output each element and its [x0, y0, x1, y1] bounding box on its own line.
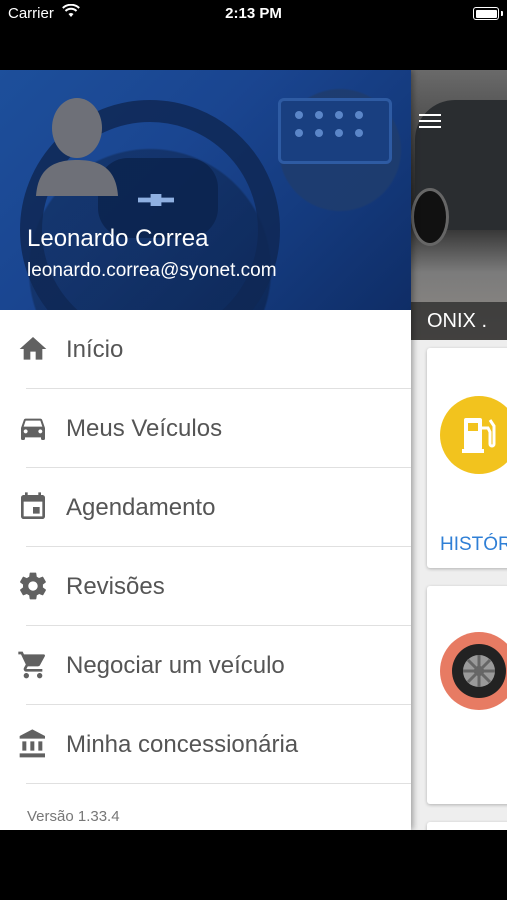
fuel-icon	[440, 396, 507, 474]
status-bar: Carrier 2:13 PM	[0, 0, 507, 30]
navigation-drawer: Leonardo Correa leonardo.correa@syonet.c…	[0, 70, 411, 830]
user-name: Leonardo Correa	[27, 225, 209, 252]
drawer-menu: Início Meus Veículos Agendamento Revisõe…	[0, 310, 411, 784]
menu-item-label: Início	[66, 336, 124, 363]
app-screen: ONIX . HISTÓR Leonardo Correa leonardo.c…	[0, 70, 507, 830]
tire-card[interactable]	[427, 586, 507, 804]
avatar[interactable]	[36, 96, 118, 196]
app-version: Versão 1.33.4	[27, 808, 120, 825]
battery-icon	[473, 7, 499, 20]
home-icon	[19, 337, 47, 360]
menu-item-negociar-veiculo[interactable]: Negociar um veículo	[0, 626, 411, 705]
menu-item-revisoes[interactable]: Revisões	[0, 547, 411, 626]
fuel-history-link[interactable]: HISTÓR	[440, 534, 507, 556]
gear-icon	[20, 572, 46, 600]
divider	[26, 783, 411, 784]
menu-item-label: Agendamento	[66, 494, 216, 521]
tire-icon	[440, 632, 507, 710]
calendar-icon	[21, 492, 45, 519]
battery-tip	[501, 11, 503, 16]
fuel-card[interactable]: HISTÓR	[427, 348, 507, 568]
vehicle-title[interactable]: ONIX .	[411, 302, 507, 340]
main-content: ONIX . HISTÓR	[411, 70, 507, 830]
dashboard-screen-graphic	[278, 98, 392, 164]
user-email: leonardo.correa@syonet.com	[27, 260, 277, 281]
menu-item-label: Minha concessionária	[66, 731, 299, 758]
bank-icon	[19, 729, 45, 758]
clock: 2:13 PM	[225, 5, 282, 22]
menu-item-agendamento[interactable]: Agendamento	[0, 468, 411, 547]
car-icon	[21, 418, 45, 440]
extra-card[interactable]	[427, 822, 507, 830]
car-wheel	[411, 188, 449, 246]
menu-item-meus-veiculos[interactable]: Meus Veículos	[0, 389, 411, 468]
menu-icon[interactable]	[419, 114, 441, 116]
menu-item-label: Negociar um veículo	[66, 652, 285, 679]
vehicle-photo: ONIX .	[411, 70, 507, 340]
menu-item-inicio[interactable]: Início	[0, 310, 411, 389]
menu-item-minha-concessionaria[interactable]: Minha concessionária	[0, 705, 411, 784]
drawer-header: Leonardo Correa leonardo.correa@syonet.c…	[0, 70, 411, 310]
menu-item-label: Meus Veículos	[66, 415, 223, 442]
menu-item-label: Revisões	[66, 573, 165, 600]
cart-icon	[18, 651, 46, 679]
